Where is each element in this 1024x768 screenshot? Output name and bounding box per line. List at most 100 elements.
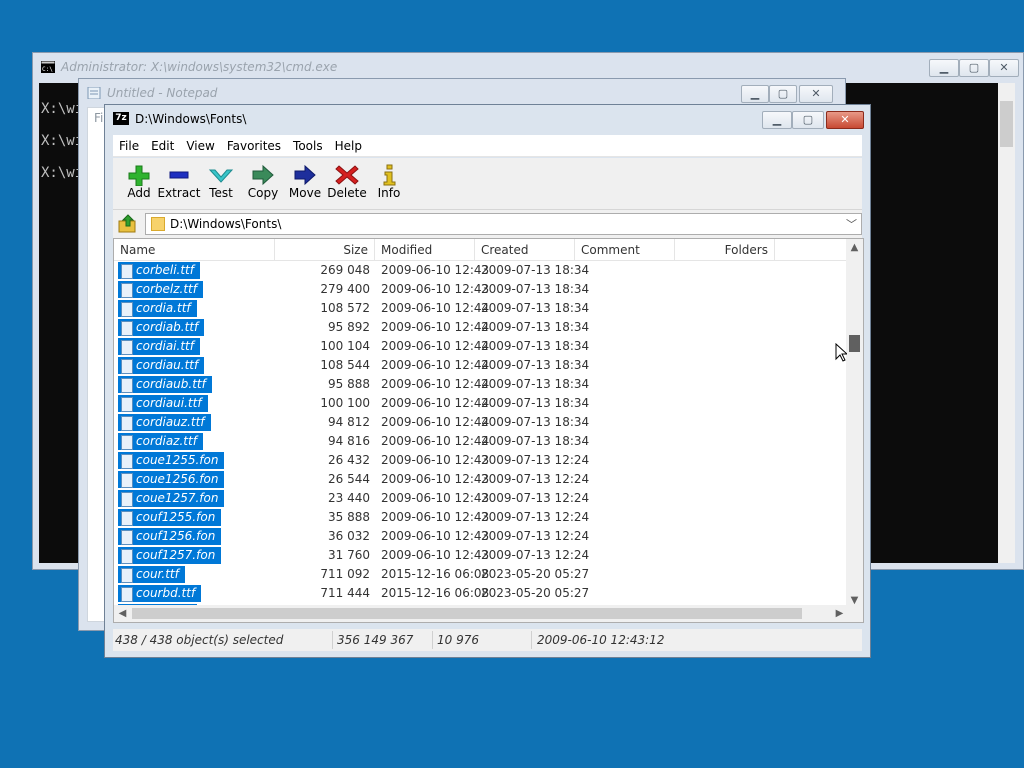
table-row[interactable]: cordiai.ttf 100 104 2009-06-10 12:44 2009-0… (114, 337, 848, 356)
info-icon (383, 164, 396, 186)
7zip-titlebar[interactable]: 7z D:\Windows\Fonts\ ▁ ▢ ✕ (105, 105, 870, 133)
file-created: 2023-05-20 05:27 (481, 567, 590, 581)
file-name: corbeli.ttf (118, 262, 200, 279)
table-row[interactable]: cordiaz.ttf 94 816 2009-06-10 12:44 2009-07… (114, 432, 848, 451)
delete-x-icon (335, 165, 359, 185)
table-row[interactable]: corbelz.ttf 279 400 2009-06-10 12:43 2009-0… (114, 280, 848, 299)
file-size: 108 572 (320, 301, 370, 315)
file-created: 2023-05-20 05:27 (481, 586, 590, 600)
table-row[interactable]: cordiauz.ttf 94 812 2009-06-10 12:44 2009-0… (114, 413, 848, 432)
table-row[interactable]: cordiaub.ttf 95 888 2009-06-10 12:44 2009-0… (114, 375, 848, 394)
file-size: 100 100 (320, 396, 370, 410)
status-selected: 438 / 438 object(s) selected (115, 633, 284, 647)
menu-bar: File Edit View Favorites Tools Help (113, 135, 862, 157)
table-row[interactable]: cordiau.ttf 108 544 2009-06-10 12:44 2009-0… (114, 356, 848, 375)
scroll-thumb[interactable] (849, 335, 860, 352)
column-modified[interactable]: Modified (375, 239, 475, 261)
file-size: 100 104 (320, 339, 370, 353)
file-created: 2009-07-13 12:24 (481, 548, 590, 562)
file-size: 269 048 (320, 263, 370, 277)
table-row[interactable]: coue1257.fon 23 440 2009-06-10 12:43 2009-0… (114, 489, 848, 508)
table-row[interactable]: corbeli.ttf 269 048 2009-06-10 12:43 2009-0… (114, 261, 848, 280)
menu-tools[interactable]: Tools (287, 135, 329, 157)
close-button[interactable]: ✕ (826, 111, 864, 129)
menu-edit[interactable]: Edit (145, 135, 180, 157)
address-combobox[interactable]: D:\Windows\Fonts\ ﹀ (145, 213, 862, 235)
file-created: 2009-07-13 12:24 (481, 491, 590, 505)
move-button[interactable]: Move (281, 162, 329, 206)
column-comment[interactable]: Comment (575, 239, 675, 261)
menu-favorites[interactable]: Favorites (221, 135, 287, 157)
file-list[interactable]: Name Size Modified Created Comment Folde… (113, 238, 864, 623)
file-created: 2009-07-13 18:34 (481, 396, 590, 410)
file-created: 2009-07-13 18:34 (481, 434, 590, 448)
column-folders[interactable]: Folders (675, 239, 775, 261)
table-row[interactable]: cordiab.ttf 95 892 2009-06-10 12:44 2009-07… (114, 318, 848, 337)
delete-button[interactable]: Delete (323, 162, 371, 206)
address-text: D:\Windows\Fonts\ (170, 217, 282, 231)
file-name: cordia.ttf (118, 300, 197, 317)
column-header: Name Size Modified Created Comment Folde… (114, 239, 848, 261)
move-arrow-icon (294, 164, 316, 186)
menu-help[interactable]: Help (329, 135, 368, 157)
notepad-menu-file[interactable]: Fi (88, 108, 103, 128)
address-bar: D:\Windows\Fonts\ ﹀ (113, 210, 862, 238)
column-created[interactable]: Created (475, 239, 575, 261)
table-row[interactable]: courbd.ttf 711 444 2015-12-16 06:08 2023-05… (114, 584, 848, 603)
file-modified: 2009-06-10 12:44 (381, 415, 490, 429)
file-size: 95 892 (328, 320, 370, 334)
horizontal-scrollbar[interactable]: ◀ ▶ (114, 605, 848, 622)
file-created: 2009-07-13 18:34 (481, 282, 590, 296)
info-button[interactable]: Info (365, 162, 413, 206)
table-row[interactable]: couf1256.fon 36 032 2009-06-10 12:43 2009-0… (114, 527, 848, 546)
file-modified: 2009-06-10 12:43 (381, 529, 490, 543)
chevron-down-icon[interactable]: ﹀ (846, 216, 857, 232)
cmd-titlebar[interactable]: C:\ Administrator: X:\windows\system32\c… (33, 53, 1023, 81)
notepad-titlebar[interactable]: Untitled - Notepad ▁ ▢ ✕ (79, 79, 845, 107)
table-row[interactable]: cordiaui.ttf 100 100 2009-06-10 12:44 2009-… (114, 394, 848, 413)
close-button[interactable]: ✕ (989, 59, 1019, 77)
toolbar: Add Extract Test Copy Move Delete Info (113, 158, 862, 210)
menu-file[interactable]: File (113, 135, 145, 157)
cmd-line: X:\wi (41, 165, 84, 181)
scroll-up-icon[interactable]: ▲ (846, 239, 863, 256)
file-modified: 2009-06-10 12:44 (381, 301, 490, 315)
table-row[interactable]: coue1255.fon 26 432 2009-06-10 12:43 2009-0… (114, 451, 848, 470)
scroll-left-icon[interactable]: ◀ (114, 605, 131, 622)
up-folder-icon[interactable] (117, 214, 139, 234)
table-row[interactable]: cordia.ttf 108 572 2009-06-10 12:44 2009-07… (114, 299, 848, 318)
test-button[interactable]: Test (197, 162, 245, 206)
table-row[interactable]: coue1256.fon 26 544 2009-06-10 12:43 2009-0… (114, 470, 848, 489)
table-row[interactable]: couf1257.fon 31 760 2009-06-10 12:43 2009-0… (114, 546, 848, 565)
file-name: corbelz.ttf (118, 281, 203, 298)
cmd-scroll-thumb[interactable] (1000, 101, 1013, 147)
file-size: 108 544 (320, 358, 370, 372)
notepad-icon (87, 87, 101, 99)
file-created: 2009-07-13 12:24 (481, 510, 590, 524)
menu-view[interactable]: View (180, 135, 220, 157)
vertical-scrollbar[interactable]: ▲ ▼ (846, 239, 863, 609)
file-modified: 2009-06-10 12:44 (381, 358, 490, 372)
file-created: 2009-07-13 18:34 (481, 339, 590, 353)
minimize-button[interactable]: ▁ (741, 85, 769, 103)
cmd-scrollbar[interactable] (998, 83, 1015, 563)
table-row[interactable]: cour.ttf 711 092 2015-12-16 06:08 2023-05-2… (114, 565, 848, 584)
cmd-line: X:\wi (41, 133, 84, 149)
7zip-window[interactable]: 7z D:\Windows\Fonts\ ▁ ▢ ✕ File Edit View F… (104, 104, 871, 658)
hscroll-thumb[interactable] (132, 608, 802, 619)
copy-button[interactable]: Copy (239, 162, 287, 206)
minimize-button[interactable]: ▁ (929, 59, 959, 77)
column-name[interactable]: Name (114, 239, 275, 261)
column-size[interactable]: Size (275, 239, 375, 261)
minimize-button[interactable]: ▁ (762, 111, 792, 129)
close-button[interactable]: ✕ (799, 85, 833, 103)
file-modified: 2009-06-10 12:43 (381, 491, 490, 505)
maximize-button[interactable]: ▢ (959, 59, 989, 77)
table-row[interactable]: couf1255.fon 35 888 2009-06-10 12:43 2009-0… (114, 508, 848, 527)
file-size: 279 400 (320, 282, 370, 296)
maximize-button[interactable]: ▢ (792, 111, 824, 129)
extract-button[interactable]: Extract (155, 162, 203, 206)
maximize-button[interactable]: ▢ (769, 85, 797, 103)
file-modified: 2009-06-10 12:44 (381, 396, 490, 410)
folder-icon (151, 217, 165, 231)
